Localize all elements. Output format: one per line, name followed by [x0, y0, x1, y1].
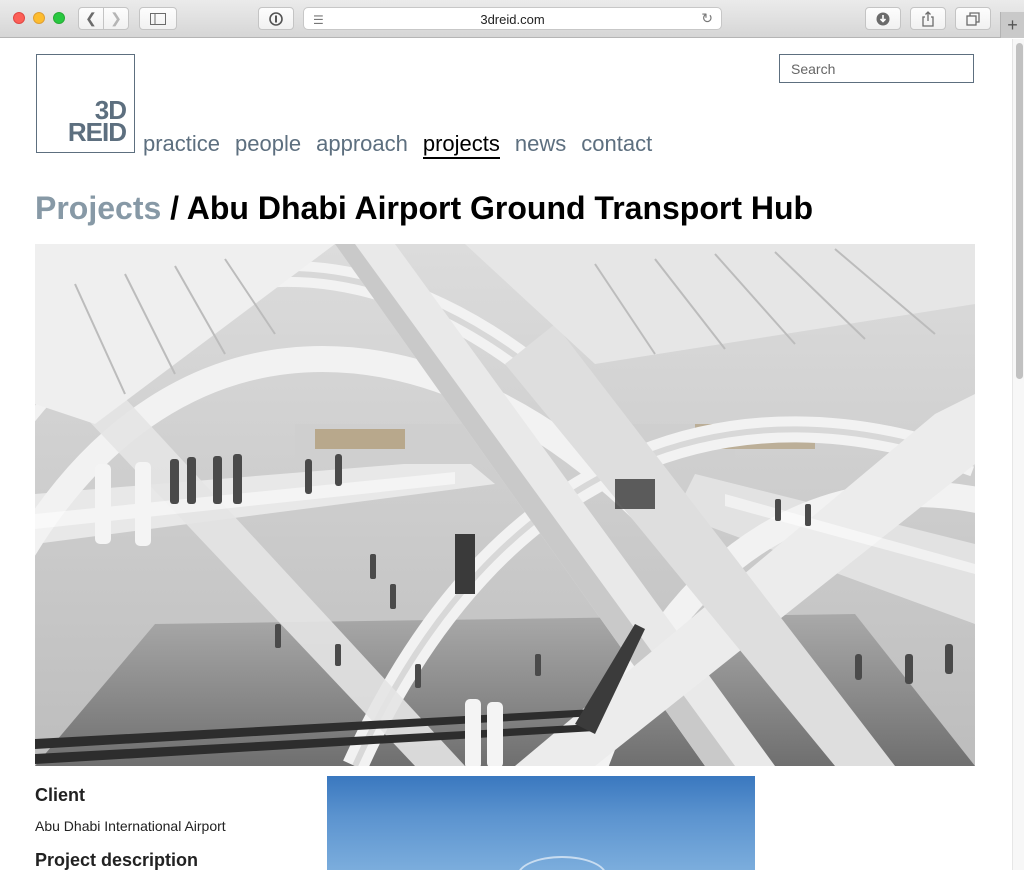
share-button[interactable] — [910, 7, 946, 30]
address-bar[interactable]: ☰ 3dreid.com ↻ — [303, 7, 722, 30]
privacy-report-button[interactable] — [258, 7, 294, 30]
client-label: Client — [35, 785, 86, 805]
minimize-window-button[interactable] — [33, 12, 45, 24]
sidebar-icon — [150, 12, 166, 25]
client-value: Abu Dhabi International Airport — [35, 818, 226, 834]
forward-button[interactable]: ❯ — [103, 7, 129, 30]
page-scrollbar[interactable] — [1012, 39, 1024, 870]
show-all-tabs-button[interactable] — [955, 7, 991, 30]
page-title: Projects / Abu Dhabi Airport Ground Tran… — [35, 189, 813, 227]
plus-icon: + — [1007, 14, 1018, 35]
reload-icon[interactable]: ↻ — [701, 10, 713, 27]
back-button[interactable]: ❮ — [78, 7, 104, 30]
download-icon — [876, 12, 890, 25]
breadcrumb-projects[interactable]: Projects — [35, 190, 161, 226]
chevron-right-icon: ❯ — [110, 10, 122, 26]
nav-item-approach[interactable]: approach — [316, 131, 408, 159]
browser-toolbar: ❮ ❯ ☰ 3dreid.com ↻ + — [0, 0, 1024, 38]
gallery-image-detail — [517, 856, 607, 870]
nav-item-people[interactable]: people — [235, 131, 301, 159]
project-gallery-image[interactable] — [327, 776, 755, 870]
site-logo[interactable]: 3D REID — [36, 54, 135, 153]
new-tab-button[interactable]: + — [1000, 12, 1024, 38]
web-page: 3D REID practice people approach project… — [0, 39, 1012, 870]
project-info: Client Abu Dhabi International Airport P… — [35, 784, 305, 870]
chevron-left-icon: ❮ — [85, 10, 97, 26]
nav-item-projects[interactable]: projects — [422, 131, 500, 159]
address-url: 3dreid.com — [480, 12, 545, 27]
search-input[interactable] — [779, 54, 974, 83]
share-icon — [922, 10, 934, 27]
sidebar-button[interactable] — [139, 7, 177, 30]
privacy-icon — [269, 11, 283, 26]
close-window-button[interactable] — [13, 12, 25, 24]
main-nav: practice people approach projects news c… — [143, 131, 667, 159]
zoom-window-button[interactable] — [53, 12, 65, 24]
scrollbar-thumb[interactable] — [1016, 43, 1023, 379]
breadcrumb-separator: / — [161, 190, 187, 226]
nav-item-practice[interactable]: practice — [143, 131, 220, 159]
project-hero-image[interactable] — [35, 244, 975, 766]
project-description-label: Project description — [35, 850, 199, 870]
nav-item-news[interactable]: news — [515, 131, 566, 159]
tabs-icon — [966, 11, 980, 26]
project-title: Abu Dhabi Airport Ground Transport Hub — [186, 190, 814, 226]
logo-line-2: REID — [67, 117, 127, 147]
downloads-button[interactable] — [865, 7, 901, 30]
nav-item-contact[interactable]: contact — [581, 131, 652, 159]
